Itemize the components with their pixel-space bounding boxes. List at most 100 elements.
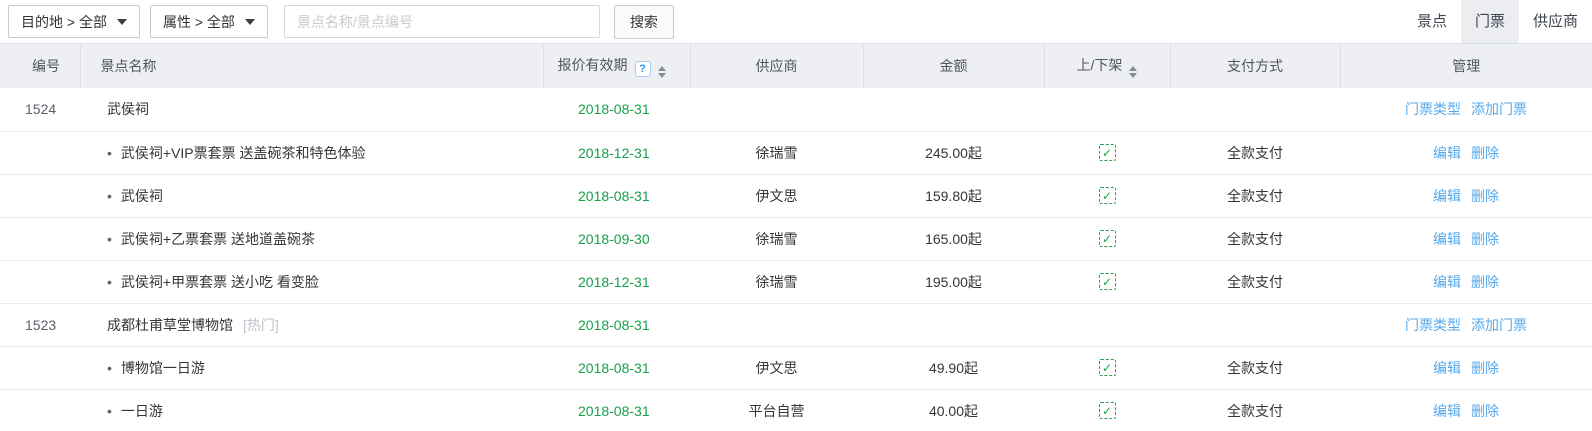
manage-cell: 门票类型添加门票: [1340, 88, 1592, 131]
validity-date: 2018-08-31: [543, 346, 690, 389]
ticket-name-text: 武侯祠+甲票套票 送小吃 看变脸: [121, 274, 319, 290]
validity-date: 2018-08-31: [543, 303, 690, 346]
payment-cell: [1170, 303, 1340, 346]
delete-link[interactable]: 删除: [1471, 403, 1499, 419]
edit-link[interactable]: 编辑: [1433, 403, 1461, 419]
check-icon: ✓: [1102, 189, 1112, 203]
search-button[interactable]: 搜索: [614, 5, 674, 39]
edit-link[interactable]: 编辑: [1433, 231, 1461, 247]
tab-scenic-spot[interactable]: 景点: [1403, 0, 1461, 43]
ticket-name: •博物馆一日游: [80, 346, 543, 389]
sort-icon[interactable]: [658, 66, 666, 78]
validity-date: 2018-08-31: [543, 88, 690, 131]
on-shelf-checkbox-icon[interactable]: ✓: [1099, 187, 1116, 204]
amount-cell: 165.00起: [863, 217, 1044, 260]
edit-link[interactable]: 编辑: [1433, 360, 1461, 376]
destination-filter-dropdown[interactable]: 目的地 > 全部: [8, 5, 140, 38]
amount-cell: 159.80起: [863, 174, 1044, 217]
table-row-parent-1523: 1523 成都杜甫草堂博物馆 [热门] 2018-08-31 门票类型添加门票: [0, 303, 1592, 346]
spot-id: 1523: [0, 303, 80, 346]
validity-date: 2018-09-30: [543, 217, 690, 260]
sort-icon[interactable]: [1129, 66, 1137, 78]
on-shelf-checkbox-icon[interactable]: ✓: [1099, 144, 1116, 161]
ticket-name: •武侯祠+甲票套票 送小吃 看变脸: [80, 260, 543, 303]
table-row-ticket: •武侯祠+乙票套票 送地道盖碗茶 2018-09-30 徐瑞雪 165.00起 …: [0, 217, 1592, 260]
col-header-validity: 报价有效期?: [543, 44, 690, 88]
on-shelf-checkbox-icon[interactable]: ✓: [1099, 273, 1116, 290]
check-icon: ✓: [1102, 404, 1112, 418]
table-row-ticket: •武侯祠+VIP票套票 送盖碗茶和特色体验 2018-12-31 徐瑞雪 245…: [0, 131, 1592, 174]
table-header-row: 编号 景点名称 报价有效期? 供应商 金额 上/下架 支付方式 管理: [0, 44, 1592, 88]
ticket-name-text: 博物馆一日游: [121, 360, 205, 376]
manage-cell: 编辑删除: [1340, 260, 1592, 303]
validity-date: 2018-12-31: [543, 260, 690, 303]
manage-cell: 编辑删除: [1340, 131, 1592, 174]
payment-cell: 全款支付: [1170, 389, 1340, 431]
supplier-cell: 徐瑞雪: [690, 260, 863, 303]
bullet-icon: •: [107, 403, 112, 419]
amount-cell: [863, 303, 1044, 346]
col-header-id: 编号: [0, 44, 80, 88]
shelf-cell: ✓: [1044, 174, 1170, 217]
spot-name-text: 成都杜甫草堂博物馆: [107, 317, 233, 333]
caret-down-icon: [117, 19, 127, 25]
delete-link[interactable]: 删除: [1471, 231, 1499, 247]
col-header-manage: 管理: [1340, 44, 1592, 88]
ticket-name: • 一日游: [80, 389, 543, 431]
shelf-cell: ✓: [1044, 217, 1170, 260]
edit-link[interactable]: 编辑: [1433, 145, 1461, 161]
add-ticket-link[interactable]: 添加门票: [1471, 317, 1527, 333]
ticket-name: •武侯祠+乙票套票 送地道盖碗茶: [80, 217, 543, 260]
check-icon: ✓: [1102, 275, 1112, 289]
search-input[interactable]: [284, 5, 600, 38]
add-ticket-link[interactable]: 添加门票: [1471, 101, 1527, 117]
on-shelf-checkbox-icon[interactable]: ✓: [1099, 359, 1116, 376]
spot-id: [0, 346, 80, 389]
delete-link[interactable]: 删除: [1471, 360, 1499, 376]
payment-cell: 全款支付: [1170, 217, 1340, 260]
manage-cell: 编辑删除: [1340, 346, 1592, 389]
tab-ticket[interactable]: 门票: [1461, 0, 1519, 43]
delete-link[interactable]: 删除: [1471, 274, 1499, 290]
check-icon: ✓: [1102, 232, 1112, 246]
destination-filter-label: 目的地 > 全部: [21, 12, 107, 32]
supplier-cell: 徐瑞雪: [690, 131, 863, 174]
col-header-name: 景点名称: [80, 44, 543, 88]
supplier-cell: [690, 303, 863, 346]
spot-id: [0, 260, 80, 303]
delete-link[interactable]: 删除: [1471, 188, 1499, 204]
attribute-filter-dropdown[interactable]: 属性 > 全部: [150, 5, 268, 38]
shelf-cell: ✓: [1044, 389, 1170, 431]
spot-name: 武侯祠: [80, 88, 543, 131]
ticket-name-text: 武侯祠+VIP票套票 送盖碗茶和特色体验: [121, 145, 366, 161]
help-icon[interactable]: ?: [635, 61, 651, 77]
col-header-payment: 支付方式: [1170, 44, 1340, 88]
ticket-type-link[interactable]: 门票类型: [1405, 317, 1461, 333]
check-icon: ✓: [1102, 146, 1112, 160]
validity-date: 2018-12-31: [543, 131, 690, 174]
table-row-ticket: •武侯祠+甲票套票 送小吃 看变脸 2018-12-31 徐瑞雪 195.00起…: [0, 260, 1592, 303]
col-header-shelf-label: 上/下架: [1077, 57, 1123, 73]
delete-link[interactable]: 删除: [1471, 145, 1499, 161]
ticket-name-text: 一日游: [121, 403, 163, 419]
shelf-cell: [1044, 88, 1170, 131]
hot-tag: [热门]: [243, 317, 279, 333]
on-shelf-checkbox-icon[interactable]: ✓: [1099, 402, 1116, 419]
ticket-type-link[interactable]: 门票类型: [1405, 101, 1461, 117]
ticket-name: •武侯祠+VIP票套票 送盖碗茶和特色体验: [80, 131, 543, 174]
shelf-cell: [1044, 303, 1170, 346]
supplier-cell: 伊文思: [690, 174, 863, 217]
on-shelf-checkbox-icon[interactable]: ✓: [1099, 230, 1116, 247]
amount-cell: 40.00起: [863, 389, 1044, 431]
spot-id: [0, 131, 80, 174]
amount-cell: [863, 88, 1044, 131]
manage-cell: 编辑删除: [1340, 389, 1592, 431]
col-header-shelf: 上/下架: [1044, 44, 1170, 88]
shelf-cell: ✓: [1044, 346, 1170, 389]
col-header-validity-label: 报价有效期: [558, 57, 628, 73]
edit-link[interactable]: 编辑: [1433, 274, 1461, 290]
tab-supplier[interactable]: 供应商: [1519, 0, 1592, 43]
manage-cell: 门票类型添加门票: [1340, 303, 1592, 346]
edit-link[interactable]: 编辑: [1433, 188, 1461, 204]
view-tabs: 景点 门票 供应商: [1403, 0, 1592, 43]
